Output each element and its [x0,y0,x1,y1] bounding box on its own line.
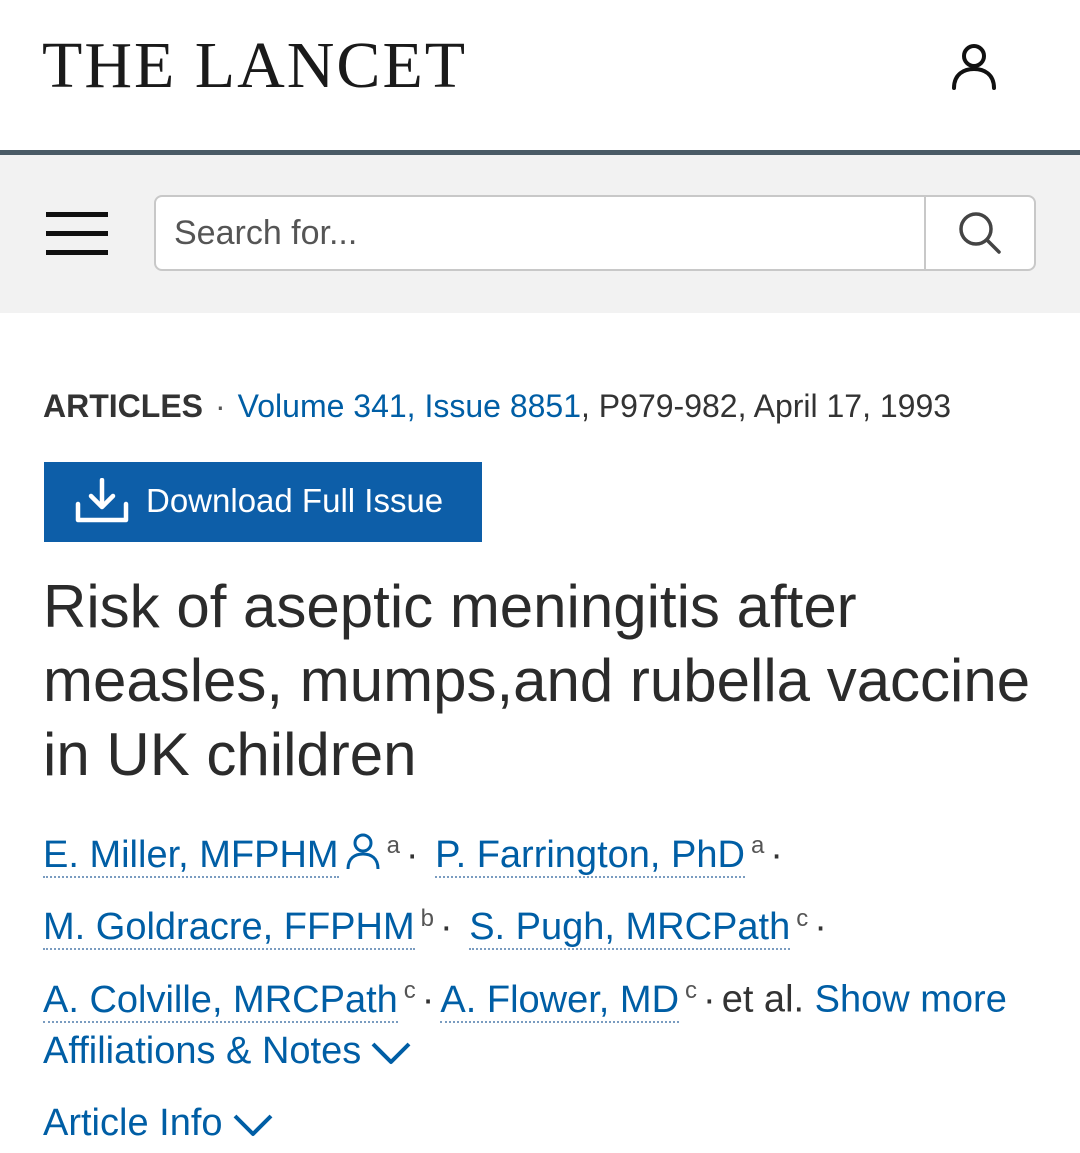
download-full-issue-button[interactable]: Download Full Issue [44,462,482,542]
affiliations-label: Affiliations & Notes [43,1030,362,1072]
author-list: E. Miller, MFPHM a · P. Farrington, PhD a · … [43,814,1053,1032]
search-box [154,195,1036,271]
search-input[interactable] [156,197,926,269]
author-separator: · [439,906,453,949]
et-al: et al. [721,978,805,1021]
affiliation-marker: a [386,832,400,859]
author-separator: · [703,978,716,1021]
hamburger-line [46,231,108,236]
show-more-authors-link[interactable]: Show more [815,979,1007,1021]
pages-date: , P979-982, April 17, 1993 [581,388,952,424]
download-icon [75,478,129,523]
article-info-label: Article Info [43,1102,223,1144]
author-link[interactable]: A. Colville, MRCPath [43,978,398,1023]
author-link[interactable]: E. Miller, MFPHM [43,833,339,878]
user-icon [952,44,996,90]
affiliation-marker: b [420,904,434,932]
affiliation-marker: a [750,832,765,859]
affiliation-marker: c [685,977,698,1005]
hamburger-menu-icon [46,212,108,217]
menu-button[interactable] [44,210,110,258]
download-label: Download Full Issue [146,482,444,519]
user-account-button[interactable] [944,36,1004,96]
volume-issue-link[interactable]: Volume 341, Issue 8851 [238,388,581,424]
author-separator: · [770,833,783,876]
affiliations-toggle[interactable]: Affiliations & Notes [43,1030,413,1073]
site-header: THE LANCET [0,0,1080,152]
article-type: ARTICLES [43,388,203,424]
lancet-logo[interactable]: THE LANCET [42,30,467,102]
author-link[interactable]: P. Farrington, PhD [435,833,745,878]
author-link[interactable]: A. Flower, MD [440,978,680,1023]
author-separator: · [405,833,419,876]
author-separator: · [814,906,827,949]
article-meta: ARTICLES · Volume 341, Issue 8851, P979-98… [43,388,951,425]
corresponding-author-icon [346,833,380,869]
author-link[interactable]: S. Pugh, MRCPath [469,906,791,951]
affiliation-marker: c [796,904,809,932]
chevron-down-icon [371,1042,411,1064]
article-title: Risk of aseptic meningitis after measles… [43,573,1031,788]
chevron-down-icon [233,1114,272,1136]
meta-separator: · [215,388,226,424]
author-link[interactable]: M. Goldracre, FFPHM [43,906,415,951]
search-submit-button[interactable] [924,197,1034,269]
article-info-toggle[interactable]: Article Info [43,1102,275,1145]
author-separator: · [421,978,435,1021]
affiliation-marker: c [403,977,416,1005]
hamburger-line [46,250,108,255]
search-icon [959,212,1001,254]
